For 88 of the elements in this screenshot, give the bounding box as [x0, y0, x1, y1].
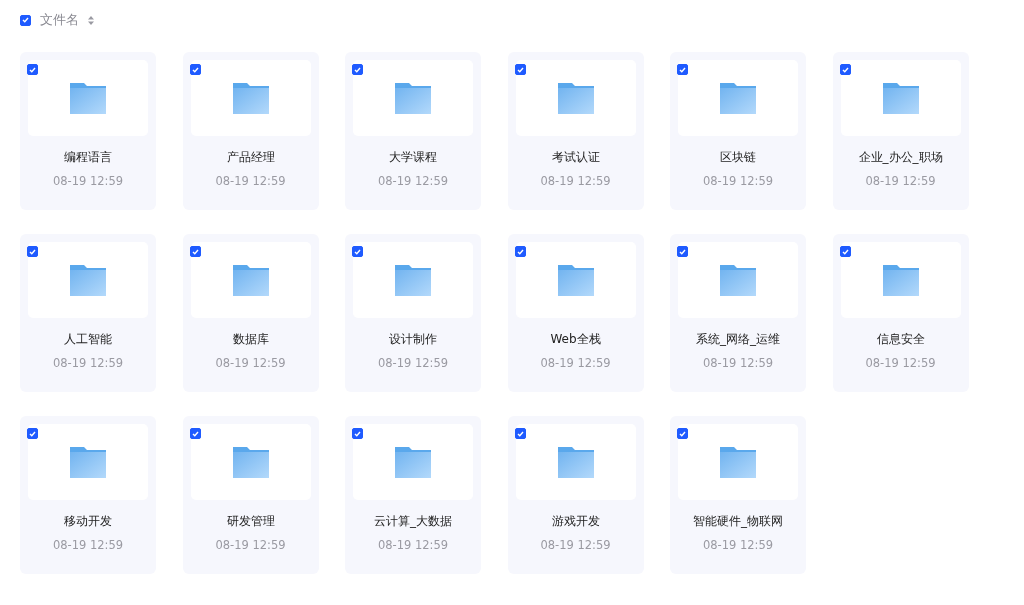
- folder-card[interactable]: 移动开发 08-19 12:59: [20, 416, 156, 574]
- folder-name: 大学课程: [389, 149, 437, 166]
- folder-icon: [70, 82, 106, 114]
- folder-name: 移动开发: [64, 513, 112, 530]
- modified-date: 08-19 12:59: [52, 538, 124, 552]
- folder-icon: [557, 82, 594, 114]
- folder-icon: [557, 446, 594, 478]
- checkbox[interactable]: [839, 64, 851, 75]
- modified-date: 08-19 12:59: [377, 356, 449, 370]
- checkbox[interactable]: [20, 14, 31, 26]
- folder-card[interactable]: 研发管理 08-19 12:59: [182, 416, 319, 574]
- modified-date: 08-19 12:59: [702, 174, 774, 188]
- folder-card[interactable]: 数据库 08-19 12:59: [182, 234, 319, 392]
- folder-icon: [882, 264, 919, 296]
- modified-date: 08-19 12:59: [215, 174, 286, 188]
- folder-name: 人工智能: [64, 331, 112, 348]
- modified-date: 08-19 12:59: [215, 538, 286, 552]
- folder-name: 设计制作: [389, 331, 437, 348]
- modified-date: 08-19 12:59: [52, 356, 124, 370]
- checkbox[interactable]: [677, 428, 688, 439]
- checkbox[interactable]: [514, 64, 526, 75]
- checkbox[interactable]: [352, 428, 363, 439]
- modified-date: 08-19 12:59: [702, 538, 774, 552]
- folder-card[interactable]: 游戏开发 08-19 12:59: [507, 416, 644, 574]
- folder-name: 编程语言: [64, 149, 112, 166]
- folder-name: 研发管理: [226, 513, 275, 530]
- folder-icon: [70, 446, 106, 478]
- folder-card[interactable]: Web全栈 08-19 12:59: [507, 234, 644, 392]
- folder-icon: [882, 82, 919, 114]
- checkbox[interactable]: [27, 64, 38, 75]
- folder-card[interactable]: 区块链 08-19 12:59: [670, 52, 806, 210]
- folder-card[interactable]: 智能硬件_物联网 08-19 12:59: [670, 416, 806, 574]
- checkbox[interactable]: [189, 428, 201, 439]
- folder-card[interactable]: 云计算_大数据 08-19 12:59: [345, 416, 481, 574]
- folder-card[interactable]: 系统_网络_运维 08-19 12:59: [670, 234, 806, 392]
- modified-date: 08-19 12:59: [540, 356, 611, 370]
- folder-card[interactable]: 考试认证 08-19 12:59: [507, 52, 644, 210]
- folder-card[interactable]: 编程语言 08-19 12:59: [20, 52, 156, 210]
- folder-icon: [395, 264, 431, 296]
- modified-date: 08-19 12:59: [52, 174, 124, 188]
- folder-name: 智能硬件_物联网: [693, 513, 783, 530]
- folder-name: 企业_办公_职场: [858, 149, 943, 166]
- folder-name: 游戏开发: [551, 513, 600, 530]
- checkbox[interactable]: [514, 246, 526, 257]
- folder-icon: [557, 264, 594, 296]
- checkbox[interactable]: [189, 246, 201, 257]
- checkbox[interactable]: [677, 64, 688, 75]
- checkbox[interactable]: [352, 64, 363, 75]
- folder-name: 数据库: [232, 331, 269, 348]
- folder-card[interactable]: 大学课程 08-19 12:59: [345, 52, 481, 210]
- folder-name: 云计算_大数据: [374, 513, 452, 530]
- folder-name: 考试认证: [551, 149, 600, 166]
- checkbox[interactable]: [839, 246, 851, 257]
- modified-date: 08-19 12:59: [377, 538, 449, 552]
- folder-name: 系统_网络_运维: [696, 331, 780, 348]
- folder-icon: [720, 446, 756, 478]
- folder-card[interactable]: 企业_办公_职场 08-19 12:59: [832, 52, 969, 210]
- folder-icon: [232, 446, 269, 478]
- modified-date: 08-19 12:59: [865, 174, 936, 188]
- folder-name: 产品经理: [226, 149, 275, 166]
- folder-name: 信息安全: [876, 331, 925, 348]
- folder-icon: [232, 264, 269, 296]
- modified-date: 08-19 12:59: [540, 538, 611, 552]
- modified-date: 08-19 12:59: [215, 356, 286, 370]
- folder-icon: [70, 264, 106, 296]
- checkbox[interactable]: [352, 246, 363, 257]
- folder-card[interactable]: 人工智能 08-19 12:59: [20, 234, 156, 392]
- checkbox[interactable]: [514, 428, 526, 439]
- folder-name: 区块链: [720, 149, 756, 166]
- folder-card[interactable]: 设计制作 08-19 12:59: [345, 234, 481, 392]
- checkbox[interactable]: [27, 428, 38, 439]
- folder-icon: [720, 264, 756, 296]
- modified-date: 08-19 12:59: [540, 174, 611, 188]
- folder-icon: [232, 82, 269, 114]
- checkbox[interactable]: [27, 246, 38, 257]
- modified-date: 08-19 12:59: [702, 356, 774, 370]
- folder-name: Web全栈: [550, 331, 601, 348]
- folder-icon: [395, 82, 431, 114]
- checkbox[interactable]: [189, 64, 201, 75]
- folder-icon: [395, 446, 431, 478]
- sort-icon[interactable]: [88, 15, 94, 25]
- modified-date: 08-19 12:59: [865, 356, 936, 370]
- folder-card[interactable]: 信息安全 08-19 12:59: [832, 234, 969, 392]
- checkbox[interactable]: [677, 246, 688, 257]
- folder-icon: [720, 82, 756, 114]
- modified-date: 08-19 12:59: [377, 174, 449, 188]
- folder-card[interactable]: 产品经理 08-19 12:59: [182, 52, 319, 210]
- column-label[interactable]: 文件名: [40, 11, 79, 29]
